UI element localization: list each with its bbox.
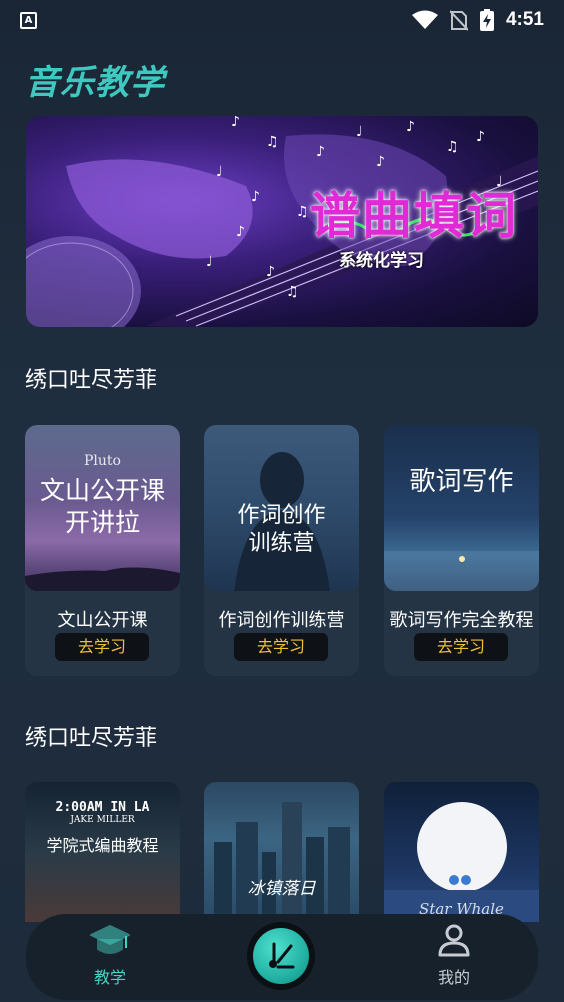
svg-text:♫: ♫ bbox=[266, 134, 279, 150]
bottom-nav: 教学 我的 bbox=[26, 914, 538, 1000]
start-learning-button[interactable]: 去学习 bbox=[414, 633, 508, 661]
banner-title: 谱曲填词 bbox=[310, 186, 518, 245]
course-card-2[interactable]: 作词创作 训练营 作词创作训练营 去学习 bbox=[204, 425, 359, 676]
center-music-button[interactable] bbox=[247, 922, 315, 990]
course-thumbnail-2: 作词创作 训练营 bbox=[204, 425, 359, 591]
section-title-2: 绣口吐尽芳菲 bbox=[25, 726, 158, 751]
svg-text:♫: ♫ bbox=[296, 204, 309, 220]
thumb-text: Pluto bbox=[84, 453, 121, 469]
course-card-3[interactable]: 歌词写作 歌词写作完全教程 去学习 bbox=[384, 425, 539, 676]
notification-a-icon: A bbox=[20, 11, 37, 29]
status-time: 4:51 bbox=[505, 9, 544, 30]
svg-text:♪: ♪ bbox=[316, 144, 325, 160]
svg-text:♪: ♪ bbox=[231, 116, 240, 130]
banner-subtitle: 系统化学习 bbox=[339, 251, 424, 271]
nav-label-mine: 我的 bbox=[437, 968, 470, 987]
thumb-text: JAKE MILLER bbox=[70, 815, 135, 825]
battery-charging-icon bbox=[479, 9, 494, 31]
thumb-text: 训练营 bbox=[248, 531, 315, 556]
section-title-1: 绣口吐尽芳菲 bbox=[25, 368, 158, 393]
user-icon bbox=[438, 924, 470, 957]
course-title: 歌词写作完全教程 bbox=[389, 610, 534, 631]
thumb-text: 学院式编曲教程 bbox=[46, 836, 159, 855]
center-button-inner bbox=[253, 928, 309, 984]
mountain-silhouette bbox=[25, 567, 180, 591]
thumb-text: 冰镇落日 bbox=[247, 879, 316, 899]
course-thumbnail-3: 歌词写作 bbox=[384, 425, 539, 591]
course-thumbnail-1: Pluto 文山公开课 开讲拉 bbox=[25, 425, 180, 591]
svg-text:♫: ♫ bbox=[446, 139, 459, 155]
svg-text:♩: ♩ bbox=[206, 254, 213, 270]
course-card-6[interactable]: Star Whale bbox=[384, 782, 539, 922]
svg-text:♫: ♫ bbox=[286, 284, 299, 300]
svg-text:♪: ♪ bbox=[236, 224, 245, 240]
svg-text:♩: ♩ bbox=[216, 164, 223, 180]
thumb-text: 文山公开课 bbox=[39, 476, 165, 505]
start-learning-button[interactable]: 去学习 bbox=[234, 633, 328, 661]
course-card-1[interactable]: Pluto 文山公开课 开讲拉 文山公开课 去学习 bbox=[25, 425, 180, 676]
thumb-text: 2:00AM IN LA bbox=[55, 800, 150, 815]
wifi-icon bbox=[411, 10, 438, 29]
svg-text:♪: ♪ bbox=[266, 264, 275, 280]
course-title: 作词创作训练营 bbox=[218, 610, 345, 631]
graduation-cap-icon bbox=[90, 925, 130, 954]
music-note-icon bbox=[269, 942, 295, 969]
svg-text:♪: ♪ bbox=[376, 154, 385, 170]
svg-text:♩: ♩ bbox=[356, 124, 363, 140]
start-learning-button[interactable]: 去学习 bbox=[55, 633, 149, 661]
svg-text:♪: ♪ bbox=[476, 129, 485, 145]
thumb-text: 开讲拉 bbox=[64, 508, 140, 537]
hero-banner[interactable]: ♪ ♫ ♪ ♩ ♪ ♫ ♩ ♪ ♫ ♪ ♩ ♪ ♪ ♩ ♪ ♫ 谱曲填词 系统化学习 bbox=[26, 116, 538, 327]
course-card-4[interactable]: 2:00AM IN LA JAKE MILLER 学院式编曲教程 bbox=[25, 782, 180, 922]
nav-item-teaching[interactable]: 教学 bbox=[60, 914, 160, 1000]
thumb-text: 歌词写作 bbox=[409, 467, 514, 497]
city-skyline bbox=[214, 802, 350, 922]
no-sim-icon bbox=[449, 10, 468, 31]
nav-label-teaching: 教学 bbox=[93, 968, 126, 987]
course-card-5[interactable]: 冰镇落日 bbox=[204, 782, 359, 922]
svg-text:♪: ♪ bbox=[251, 189, 260, 205]
status-bar: A 4:51 bbox=[0, 0, 564, 40]
nav-item-mine[interactable]: 我的 bbox=[404, 914, 504, 1000]
svg-text:♪: ♪ bbox=[406, 119, 415, 135]
sea-horizon bbox=[384, 551, 539, 591]
course-title: 文山公开课 bbox=[57, 610, 148, 631]
app-title: 音乐教学 bbox=[25, 63, 165, 103]
